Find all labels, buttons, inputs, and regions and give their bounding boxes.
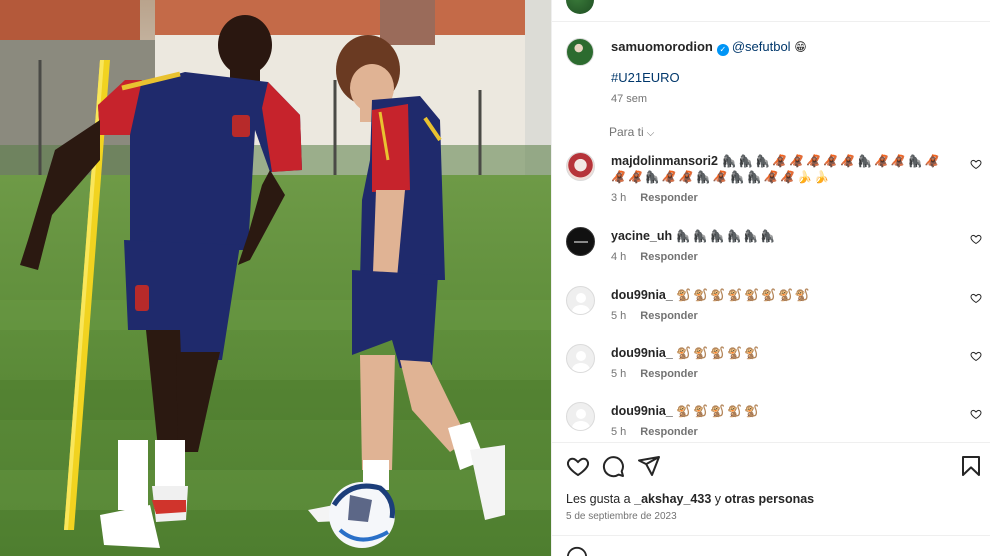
reply-button[interactable]: Responder bbox=[640, 426, 697, 438]
comment-time[interactable]: 5 h bbox=[611, 310, 626, 322]
avatar[interactable] bbox=[566, 227, 595, 256]
caption-hashtag[interactable]: #U21EURO bbox=[611, 70, 680, 85]
training-scene-image bbox=[0, 0, 551, 556]
comments-filter-dropdown[interactable]: Para ti ⌵ bbox=[609, 125, 654, 139]
chevron-down-icon: ⌵ bbox=[646, 128, 655, 139]
comment-time[interactable]: 3 h bbox=[611, 192, 626, 204]
divider bbox=[552, 535, 990, 536]
comment-username[interactable]: yacine_uh bbox=[611, 229, 672, 243]
avatar[interactable] bbox=[566, 344, 595, 373]
likes-prefix: Les gusta a bbox=[566, 492, 631, 506]
post-detail-panel: samuomorodion ✓ @sefutbol 😁 #U21EURO 47 se… bbox=[551, 0, 990, 556]
comment-username[interactable]: dou99nia_ bbox=[611, 346, 673, 360]
avatar[interactable] bbox=[566, 38, 594, 66]
comment-text: 🐒🐒🐒🐒🐒 bbox=[676, 404, 762, 418]
avatar[interactable] bbox=[566, 152, 595, 181]
likes-others-link[interactable]: otras personas bbox=[725, 492, 815, 506]
post-date[interactable]: 5 de septiembre de 2023 bbox=[566, 511, 677, 522]
reply-button[interactable]: Responder bbox=[640, 192, 697, 204]
comment-username[interactable]: majdolinmansori2 bbox=[611, 154, 718, 168]
reply-button[interactable]: Responder bbox=[640, 310, 697, 322]
bookmark-icon[interactable] bbox=[959, 454, 983, 478]
comment-time[interactable]: 4 h bbox=[611, 251, 626, 263]
heart-icon[interactable] bbox=[566, 454, 590, 478]
comment-username[interactable]: dou99nia_ bbox=[611, 288, 673, 302]
comment-time[interactable]: 5 h bbox=[611, 368, 626, 380]
comment-text: 🦍🦍🦍🦍🦍🦍 bbox=[675, 229, 778, 243]
likes-summary: Les gusta a _akshay_433 y otras personas bbox=[566, 492, 814, 506]
header-partial bbox=[552, 0, 990, 22]
likes-user[interactable]: _akshay_433 bbox=[634, 492, 711, 506]
small-heart-icon[interactable] bbox=[970, 292, 982, 304]
comment-time[interactable]: 5 h bbox=[611, 426, 626, 438]
comment-bubble-icon[interactable] bbox=[601, 454, 625, 478]
divider bbox=[552, 442, 990, 443]
post-photo[interactable] bbox=[0, 0, 551, 556]
post-actions-bar bbox=[566, 454, 980, 480]
caption-emoji: 😁 bbox=[794, 40, 807, 54]
likes-conj: y bbox=[714, 492, 722, 506]
football bbox=[329, 482, 395, 548]
emoji-smiley-icon[interactable] bbox=[566, 546, 588, 556]
reply-button[interactable]: Responder bbox=[640, 368, 697, 380]
caption-username[interactable]: samuomorodion bbox=[611, 39, 713, 54]
comments-filter-label: Para ti bbox=[609, 125, 644, 139]
avatar[interactable] bbox=[566, 402, 595, 431]
avatar[interactable] bbox=[566, 0, 594, 14]
verified-badge-icon: ✓ bbox=[716, 44, 729, 56]
comment-username[interactable]: dou99nia_ bbox=[611, 404, 673, 418]
small-heart-icon[interactable] bbox=[970, 350, 982, 362]
caption-mention[interactable]: @sefutbol bbox=[732, 39, 791, 54]
comment-text: 🐒🐒🐒🐒🐒🐒🐒🐒 bbox=[676, 288, 812, 302]
avatar[interactable] bbox=[566, 286, 595, 315]
small-heart-icon[interactable] bbox=[970, 158, 982, 170]
paper-plane-icon[interactable] bbox=[637, 454, 661, 478]
small-heart-icon[interactable] bbox=[970, 233, 982, 245]
caption-age[interactable]: 47 sem bbox=[611, 93, 647, 105]
comment-text: 🐒🐒🐒🐒🐒 bbox=[676, 346, 762, 360]
reply-button[interactable]: Responder bbox=[640, 251, 697, 263]
small-heart-icon[interactable] bbox=[970, 408, 982, 420]
